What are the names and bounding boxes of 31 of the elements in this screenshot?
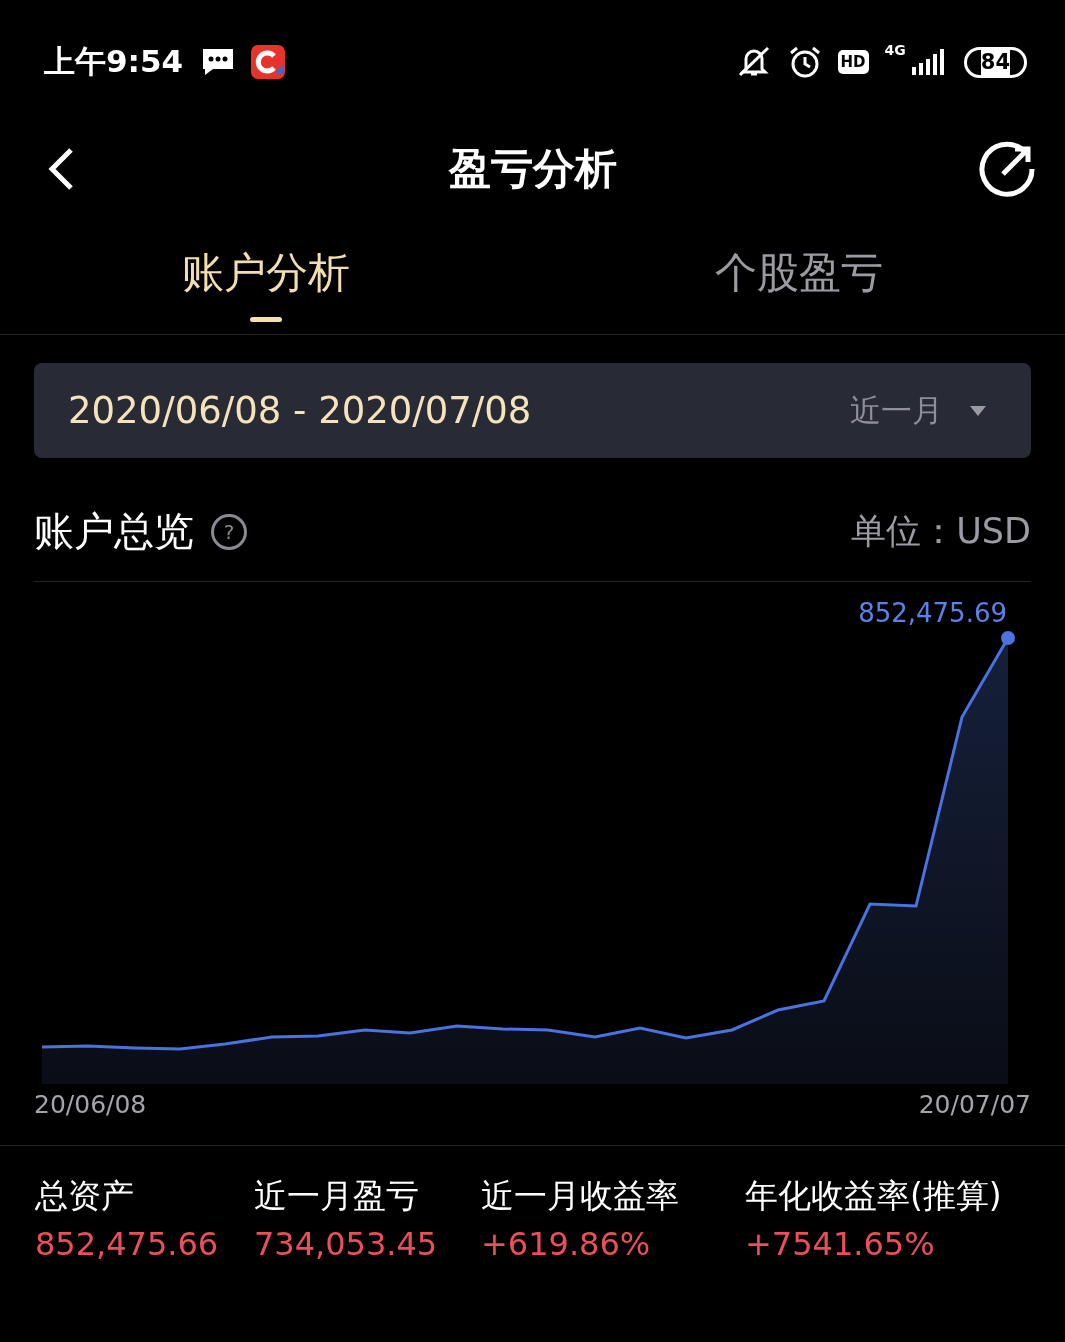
stat-label: 近一月收益率: [481, 1175, 680, 1217]
section-title: 账户总览: [34, 507, 194, 556]
help-icon[interactable]: ?: [210, 512, 248, 551]
end-value-label: 852,475.69: [858, 598, 1007, 628]
app-icon: [251, 45, 286, 79]
tab[interactable]: 账户分析: [0, 224, 533, 334]
stat-value: 734,053.45: [254, 1225, 439, 1263]
battery-level: 84: [963, 46, 1027, 78]
stat-value: 852,475.66: [35, 1225, 220, 1263]
network-type: 4G: [884, 42, 906, 58]
period-label: 近一月: [850, 390, 943, 430]
alarm-icon: [787, 45, 822, 79]
stat-label: 总资产: [35, 1175, 135, 1217]
message-icon: [201, 47, 236, 77]
tab[interactable]: 个股盈亏: [532, 224, 1065, 334]
currency-unit: 单位：USD: [851, 510, 1031, 553]
dropdown-caret-icon: [969, 404, 987, 417]
status-time: 上午9:54: [44, 42, 184, 81]
chart-end-point: [1001, 631, 1015, 645]
share-icon[interactable]: [979, 140, 1037, 198]
x-axis-end-label: 20/07/07: [918, 1090, 1031, 1119]
page-title: 盈亏分析: [447, 143, 618, 195]
x-axis-start-label: 20/06/08: [34, 1090, 147, 1119]
stat-label: 近一月盈亏: [254, 1175, 420, 1217]
hd-badge: HD: [837, 50, 869, 74]
stat-value: +7541.65%: [745, 1225, 936, 1263]
stat-label: 年化收益率(推算): [745, 1175, 1003, 1217]
date-range: 2020/06/08 - 2020/07/08: [68, 389, 533, 432]
back-icon[interactable]: [46, 147, 76, 191]
stat-value: +619.86%: [481, 1225, 652, 1263]
date-range-selector[interactable]: 2020/06/08 - 2020/07/08 近一月: [34, 363, 1031, 458]
